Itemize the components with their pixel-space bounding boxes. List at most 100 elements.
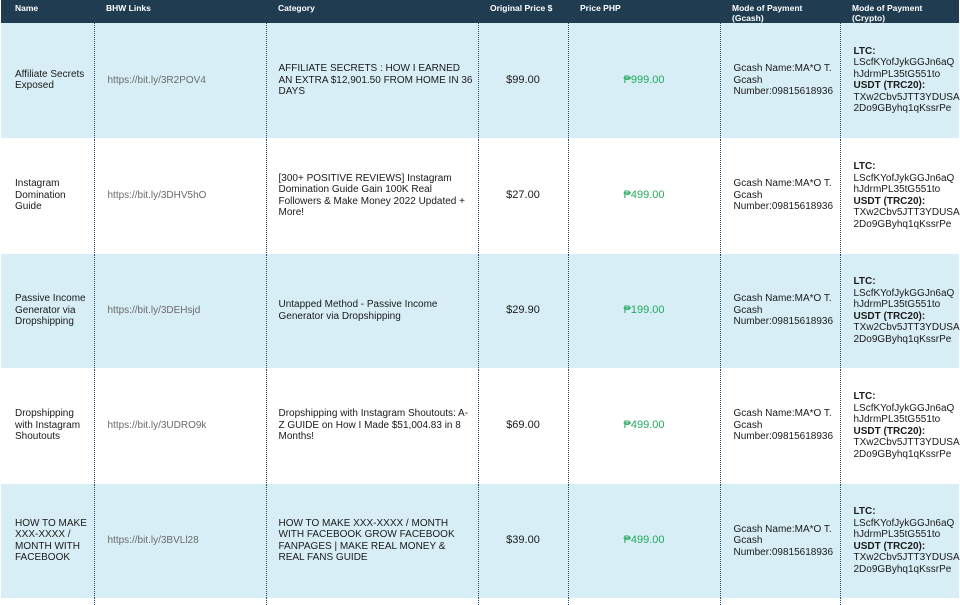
gcash-details: Gcash Name:MA*O T. Gcash Number:0981561893… [719,252,840,368]
crypto-details: LTC: LScfKYofJykGGJn6aQ hJdrmPL35tG551to US… [839,23,960,138]
usdt-address-part2: 2Do9GByhq1qKssrPe [853,563,952,575]
gcash-label: Gcash [733,74,763,86]
table-row: Passive Income Generator via Dropshippin… [1,252,960,368]
column-divider [478,598,479,605]
category-text: HOW TO MAKE XXX-XXXX / MONTH WITH FACEBO… [265,482,478,598]
ltc-address-part1: LScfKYofJykGGJn6aQ [853,517,955,529]
ltc-address-part1: LScfKYofJykGGJn6aQ [853,287,955,299]
table-header: Name BHW Links Category Original Price $… [1,0,959,23]
ltc-label: LTC: [853,276,876,287]
usdt-address-part2: 2Do9GByhq1qKssrPe [853,103,952,115]
bhw-link[interactable]: https://bit.ly/3R2POV4 [93,23,266,138]
products-table: Name BHW Links Category Original Price $… [1,0,960,598]
gcash-details: Gcash Name:MA*O T. Gcash Number:0981561893… [719,23,840,138]
gcash-number: Number:09815618936 [733,431,834,443]
table-body: Affiliate Secrets Exposed https://bit.ly… [1,23,960,598]
gcash-name: Gcash Name:MA*O T. [733,523,832,535]
ltc-address-part1: LScfKYofJykGGJn6aQ [853,402,955,414]
category-text: Untapped Method - Passive Income Generat… [265,252,478,368]
category-text: Dropshipping with Instagram Shoutouts: A… [265,367,478,483]
category-text: [300+ POSITIVE REVIEWS] Instagram Domina… [265,137,478,253]
ltc-address-part1: LScfKYofJykGGJn6aQ [853,57,955,69]
usdt-label: USDT (TRC20): [853,310,926,322]
gcash-number: Number:09815618936 [733,316,834,328]
product-name: Affiliate Secrets Exposed [1,23,94,138]
bhw-link[interactable]: https://bit.ly/3DEHsjd [93,252,266,368]
ltc-label: LTC: [853,161,876,172]
header-category: Category [266,0,478,23]
gcash-details: Gcash Name:MA*O T. Gcash Number:0981561893… [719,137,840,253]
ltc-address-part2: hJdrmPL35tG551to [853,184,941,195]
usdt-address-part1: TXw2Cbv5JTT3YDUSA [853,437,960,448]
usdt-address-part2: 2Do9GByhq1qKssrPe [853,333,952,345]
usdt-address-part1: TXw2Cbv5JTT3YDUSA [853,91,960,103]
crypto-details: LTC: LScfKYofJykGGJn6aQ hJdrmPL35tG551to US… [839,252,960,368]
gcash-label: Gcash [733,189,763,201]
column-divider [840,598,841,605]
header-name: Name [1,0,94,23]
category-text: AFFILIATE SECRETS : HOW I EARNED AN EXTR… [265,23,478,138]
price-php: ₱499.00 [567,367,720,483]
product-name: HOW TO MAKE XXX-XXXX / MONTH WITH FACEBO… [1,482,94,598]
gcash-label: Gcash [733,304,763,316]
ltc-address-part2: hJdrmPL35tG551to [853,529,941,541]
gcash-name: Gcash Name:MA*O T. [733,63,832,74]
ltc-label: LTC: [853,391,876,402]
column-divider [568,598,569,605]
gcash-name: Gcash Name:MA*O T. [733,178,832,190]
table-row: HOW TO MAKE XXX-XXXX / MONTH WITH FACEBO… [1,482,960,598]
ltc-label: LTC: [853,506,876,518]
product-name: Dropshipping with Instagram Shoutouts [1,367,94,483]
header-links: BHW Links [94,0,266,23]
usdt-address-part1: TXw2Cbv5JTT3YDUSA [853,207,960,218]
usdt-label: USDT (TRC20): [853,540,926,552]
gcash-number: Number:09815618936 [733,201,834,213]
gcash-number: Number:09815618936 [733,86,834,97]
header-crypto-line1: Mode of Payment [852,3,923,13]
usdt-label: USDT (TRC20): [853,425,926,437]
bottom-edge [0,598,960,605]
gcash-label: Gcash [733,535,763,546]
usdt-label: USDT (TRC20): [853,195,926,207]
table-row: Affiliate Secrets Exposed https://bit.ly… [1,23,960,138]
header-row: Name BHW Links Category Original Price $… [1,0,959,23]
original-price: $69.00 [477,367,568,483]
gcash-name: Gcash Name:MA*O T. [733,408,832,420]
usdt-label: USDT (TRC20): [853,80,926,92]
table-row: Instagram Domination Guide https://bit.l… [1,137,960,253]
original-price: $29.90 [477,252,568,368]
bhw-link[interactable]: https://bit.ly/3DHV5hO [93,137,266,253]
table-row: Dropshipping with Instagram Shoutouts ht… [1,367,960,483]
column-divider [94,598,95,605]
bhw-link[interactable]: https://bit.ly/3BVLl28 [93,482,266,598]
price-list-sheet: Name BHW Links Category Original Price $… [0,0,960,605]
crypto-details: LTC: LScfKYofJykGGJn6aQ hJdrmPL35tG551to US… [839,482,960,598]
column-divider [266,598,267,605]
original-price: $39.00 [477,482,568,598]
crypto-details: LTC: LScfKYofJykGGJn6aQ hJdrmPL35tG551to US… [839,367,960,483]
price-php: ₱199.00 [567,252,720,368]
bhw-link[interactable]: https://bit.ly/3UDRO9k [93,367,266,483]
ltc-address-part1: LScfKYofJykGGJn6aQ [853,172,955,184]
crypto-details: LTC: LScfKYofJykGGJn6aQ hJdrmPL35tG551to US… [839,137,960,253]
header-price-php: Price PHP [568,0,720,23]
column-divider [720,598,721,605]
header-crypto: Mode of Payment (Crypto) [840,0,959,23]
price-php: ₱999.00 [567,23,720,138]
product-name: Passive Income Generator via Dropshippin… [1,252,94,368]
header-gcash: Mode of Payment (Gcash) [720,0,840,23]
header-crypto-line2: (Crypto) [852,13,886,23]
ltc-address-part2: hJdrmPL35tG551to [853,414,941,425]
header-original-price: Original Price $ [478,0,568,23]
usdt-address-part1: TXw2Cbv5JTT3YDUSA [853,322,960,333]
gcash-number: Number:09815618936 [733,546,834,558]
gcash-details: Gcash Name:MA*O T. Gcash Number:0981561893… [719,367,840,483]
gcash-name: Gcash Name:MA*O T. [733,293,832,305]
gcash-label: Gcash [733,419,763,431]
ltc-address-part2: hJdrmPL35tG551to [853,299,941,310]
ltc-label: LTC: [853,45,876,57]
original-price: $27.00 [477,137,568,253]
ltc-address-part2: hJdrmPL35tG551to [853,68,941,80]
usdt-address-part2: 2Do9GByhq1qKssrPe [853,448,952,460]
usdt-address-part1: TXw2Cbv5JTT3YDUSA [853,552,960,564]
